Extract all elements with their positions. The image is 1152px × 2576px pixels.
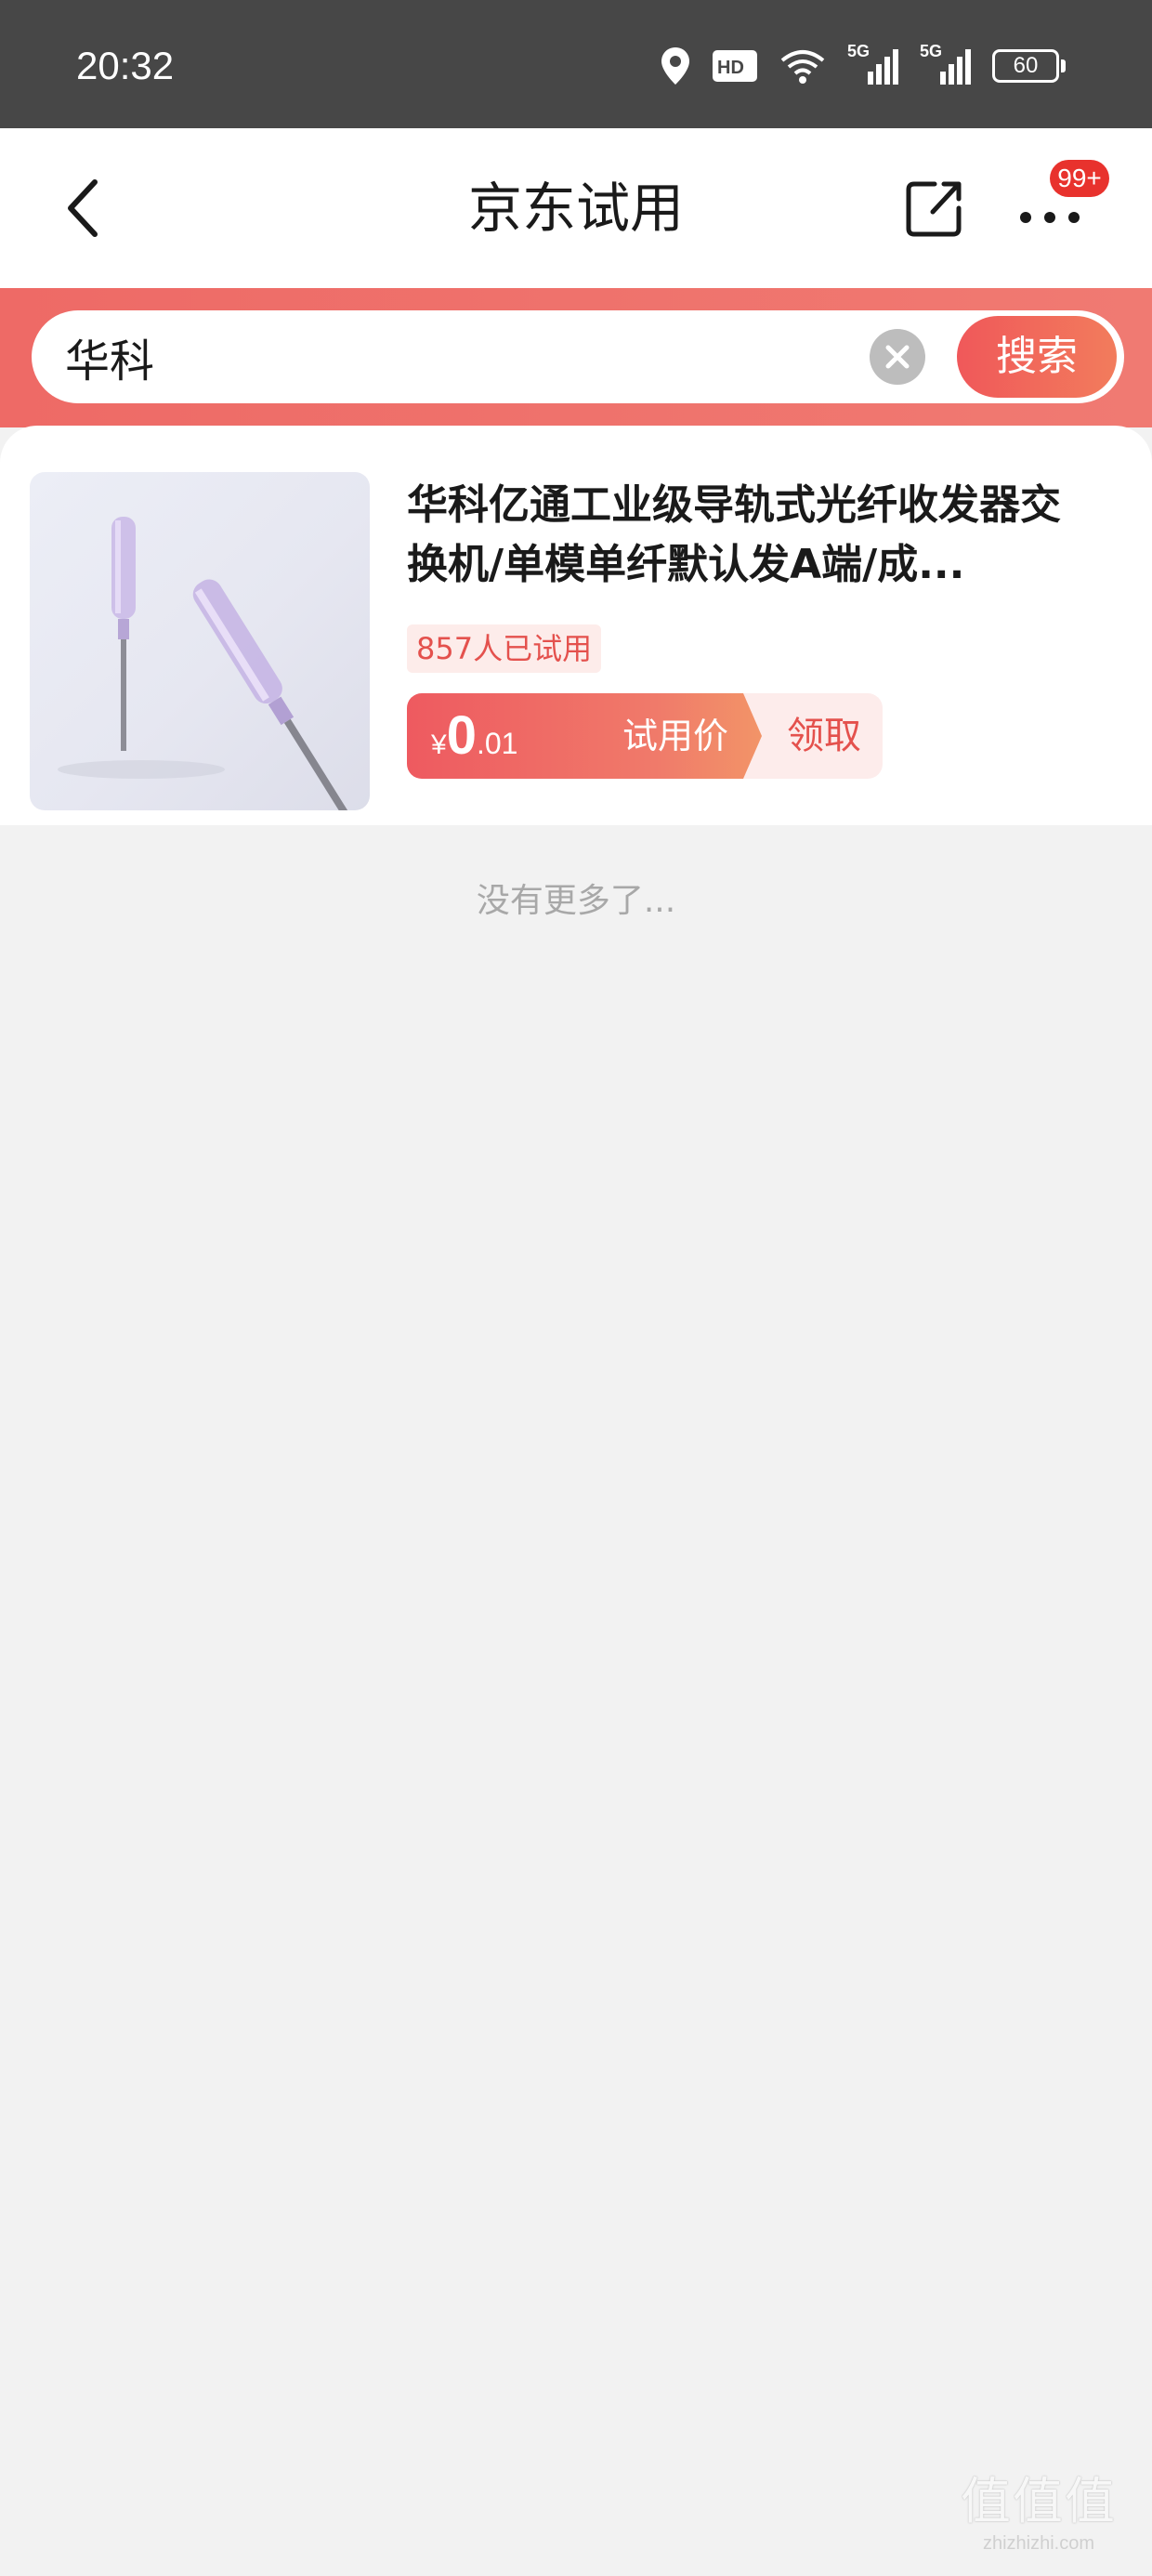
signal-2-icon: 5G	[920, 42, 972, 86]
product-title[interactable]: 华科亿通工业级导轨式光纤收发器交换机/单模单纤默认发A端/成...	[407, 476, 1094, 595]
battery-level: 60	[1013, 53, 1039, 78]
screwdriver-image	[58, 517, 365, 810]
product-image[interactable]	[30, 472, 370, 810]
search-band: 搜索	[0, 288, 1152, 427]
status-time: 20:32	[76, 44, 175, 87]
status-bar: 20:32 HD 5G 5G 60	[0, 0, 1152, 128]
share-button[interactable]	[901, 175, 968, 242]
share-icon	[906, 181, 962, 237]
status-icons: HD 5G 5G 60	[660, 42, 1067, 89]
price-currency: ¥	[431, 729, 447, 760]
result-list: 华科亿通工业级导轨式光纤收发器交换机/单模单纤默认发A端/成... 857人已试…	[0, 426, 1152, 825]
back-arrow-icon	[68, 179, 98, 237]
price-decimal: .01	[476, 727, 518, 760]
price-section: ¥0.01 试用价	[407, 693, 762, 779]
wifi-icon	[780, 50, 825, 84]
product-card[interactable]: 华科亿通工业级导轨式光纤收发器交换机/单模单纤默认发A端/成... 857人已试…	[0, 426, 1152, 825]
price-label: 试用价	[622, 716, 729, 756]
battery-icon: 60	[992, 49, 1067, 83]
no-more-text: 没有更多了...	[476, 882, 676, 920]
clear-button[interactable]	[870, 329, 925, 385]
clear-icon	[885, 345, 910, 369]
claim-button[interactable]: 领取	[766, 693, 883, 779]
search-input[interactable]	[65, 310, 864, 403]
price-bar[interactable]: ¥0.01 试用价 领取	[407, 693, 883, 779]
search-box: 搜索	[32, 310, 1124, 403]
search-button[interactable]: 搜索	[957, 316, 1117, 398]
location-icon	[661, 47, 689, 85]
header: 京东试用 99+	[0, 128, 1152, 288]
price-integer: 0	[446, 705, 477, 766]
page-title: 京东试用	[467, 177, 684, 240]
notification-badge: 99+	[1050, 160, 1109, 197]
signal-1-icon: 5G	[847, 42, 899, 86]
watermark: 值值值 zhizhizhi.com	[936, 2472, 1141, 2565]
back-button[interactable]	[52, 171, 126, 245]
watermark-url: zhizhizhi.com	[982, 2533, 1095, 2554]
hd-icon: HD	[713, 50, 757, 82]
watermark-logo: 值值值	[961, 2472, 1117, 2530]
trial-price: ¥0.01	[431, 693, 517, 779]
hd-label: HD	[717, 58, 744, 78]
trial-count-badge: 857人已试用	[407, 624, 602, 673]
